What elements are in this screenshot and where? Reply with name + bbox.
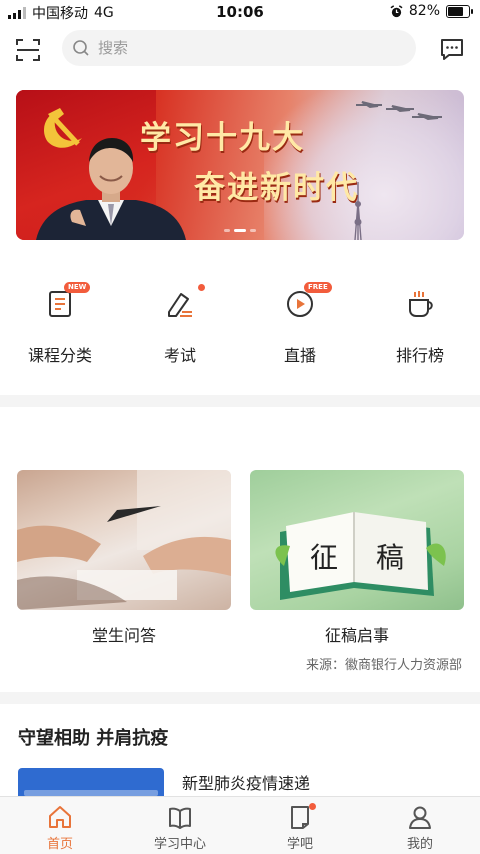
card-image-handshake bbox=[17, 470, 231, 610]
search-bar[interactable] bbox=[62, 30, 416, 66]
banner-headline-2: 奋进新时代 bbox=[194, 170, 359, 206]
message-icon[interactable] bbox=[438, 35, 466, 63]
card-image-book: 征 稿 bbox=[250, 470, 464, 610]
section-divider bbox=[0, 692, 480, 704]
scan-icon[interactable] bbox=[14, 36, 42, 64]
hands-graphic bbox=[17, 470, 231, 610]
book-graphic bbox=[275, 512, 446, 600]
carousel-dot[interactable] bbox=[224, 229, 230, 232]
tab-bar: 首页 学习中心 学吧 我的 bbox=[0, 796, 480, 854]
tab-learning-center[interactable]: 学习中心 bbox=[120, 797, 240, 854]
card-title: 征稿启事 bbox=[324, 626, 389, 645]
book-text-1: 征 bbox=[310, 541, 339, 574]
nav-live[interactable]: FREE 直播 bbox=[240, 282, 360, 374]
search-icon bbox=[73, 40, 89, 56]
card-call-for-papers[interactable]: 征 稿 征稿启事 来源：徽商银行人力资源部 bbox=[250, 470, 464, 673]
status-right: 82% bbox=[390, 3, 473, 19]
pencil-paper-icon bbox=[168, 293, 192, 317]
nav-course-category[interactable]: NEW 课程分类 bbox=[0, 282, 120, 374]
book-text-2: 稿 bbox=[376, 541, 405, 574]
book-icon bbox=[169, 807, 191, 829]
card-title: 堂生问答 bbox=[91, 626, 156, 645]
notification-dot bbox=[198, 284, 205, 291]
card-source: 来源：徽商银行人力资源部 bbox=[305, 658, 462, 673]
status-bar: 中国移动 4G 10:06 82% bbox=[0, 0, 480, 24]
section-divider bbox=[0, 395, 480, 407]
free-badge: FREE bbox=[304, 282, 332, 293]
nav-label: 考试 bbox=[163, 346, 196, 365]
tab-xueba[interactable]: 学吧 bbox=[240, 797, 360, 854]
tab-label: 首页 bbox=[46, 837, 73, 852]
quick-nav: NEW 课程分类 考试 FREE 直播 排行榜 bbox=[0, 282, 480, 374]
new-badge: NEW bbox=[64, 282, 91, 293]
battery-percent: 82% bbox=[408, 3, 440, 19]
nav-label: 课程分类 bbox=[27, 346, 92, 365]
notification-dot bbox=[309, 803, 316, 810]
tab-mine[interactable]: 我的 bbox=[360, 797, 480, 854]
top-bar bbox=[0, 28, 480, 72]
tab-label: 我的 bbox=[406, 837, 433, 852]
nav-label: 排行榜 bbox=[395, 346, 444, 365]
nav-label: 直播 bbox=[283, 346, 316, 365]
banner-headline-1: 学习十九大 bbox=[140, 120, 305, 156]
carousel-dot[interactable] bbox=[250, 229, 256, 232]
card-qa[interactable]: 堂生问答 bbox=[17, 470, 231, 646]
home-icon bbox=[49, 806, 71, 828]
nav-exam[interactable]: 考试 bbox=[120, 284, 240, 374]
section-title: 守望相助 并肩抗疫 bbox=[18, 728, 169, 749]
nav-ranking[interactable]: 排行榜 bbox=[360, 284, 480, 374]
user-icon bbox=[409, 806, 431, 829]
alarm-icon bbox=[390, 4, 403, 17]
coffee-cup-icon bbox=[409, 291, 433, 317]
tab-home[interactable]: 首页 bbox=[0, 797, 120, 854]
tab-label: 学习中心 bbox=[153, 837, 206, 852]
jets-graphic bbox=[356, 101, 442, 121]
battery-icon bbox=[446, 4, 473, 18]
search-input[interactable] bbox=[96, 38, 400, 58]
tab-label: 学吧 bbox=[286, 837, 313, 852]
carousel-dot[interactable] bbox=[234, 229, 246, 232]
carousel-indicator bbox=[16, 229, 464, 232]
news-title[interactable]: 新型肺炎疫情速递 bbox=[182, 770, 310, 794]
banner-carousel[interactable]: 学习十九大 奋进新时代 bbox=[16, 90, 464, 240]
